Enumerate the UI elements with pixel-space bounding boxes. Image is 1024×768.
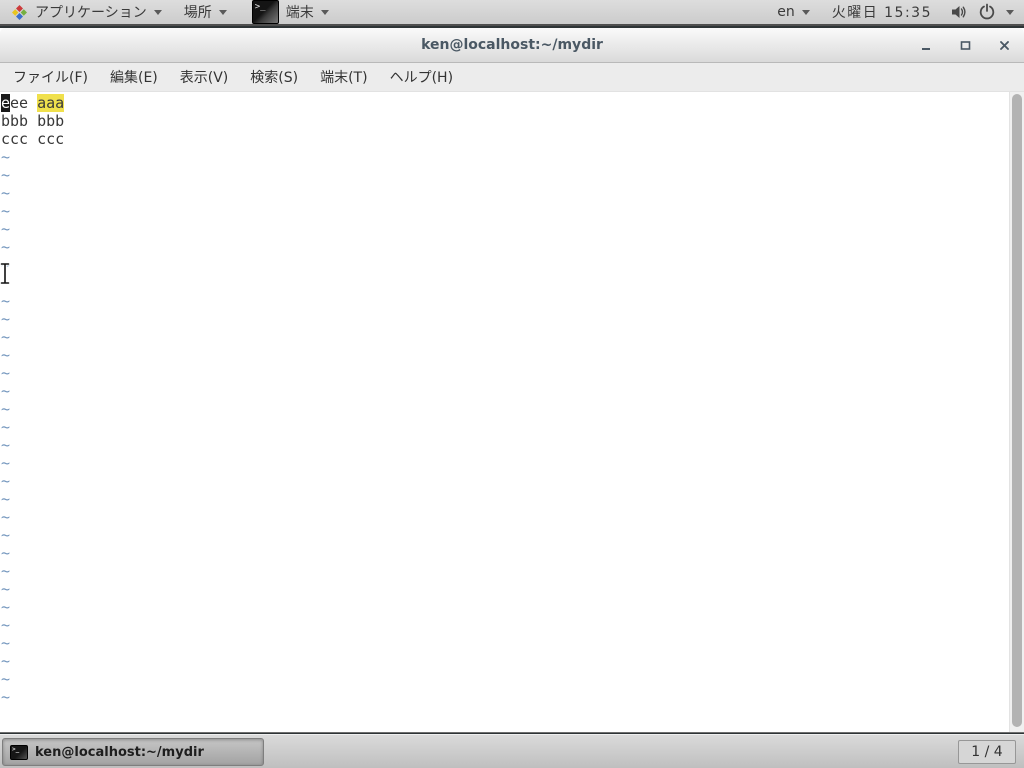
volume-icon[interactable] xyxy=(950,3,968,21)
menu-view[interactable]: 表示(V) xyxy=(169,63,240,91)
empty-line-marker: ~ xyxy=(1,454,11,472)
terminal-lines: eee aaa bbb bbb ccc ccc ~ ~ ~ ~ ~ ~ ~ ~ ~ ~ ~ ~ ~ ~ ~ ~ ~ ~ ~… xyxy=(1,94,1024,706)
empty-line-marker: ~ xyxy=(1,382,11,400)
chevron-down-icon xyxy=(320,9,329,15)
workspace-switcher[interactable]: 1 / 4 xyxy=(958,740,1016,764)
empty-line-marker: ~ xyxy=(1,436,11,454)
terminal-icon: >_ xyxy=(251,0,279,24)
empty-line-marker: ~ xyxy=(1,490,11,508)
search-highlight: aaa xyxy=(37,94,65,112)
close-button[interactable] xyxy=(998,39,1010,51)
menu-edit[interactable]: 編集(E) xyxy=(99,63,169,91)
keyboard-layout-label: en xyxy=(777,4,795,20)
places-label: 場所 xyxy=(183,5,212,21)
menu-file[interactable]: ファイル(F) xyxy=(2,63,99,91)
empty-line-marker: ~ xyxy=(1,418,11,436)
minimize-button[interactable] xyxy=(920,39,932,51)
terminal-text: bbb bbb xyxy=(1,112,65,130)
titlebar[interactable]: ken@localhost:~/mydir xyxy=(0,28,1024,63)
taskbar-window-button[interactable]: >_ ken@localhost:~/mydir xyxy=(2,738,264,766)
empty-line-marker: ~ xyxy=(1,472,11,490)
scrollbar[interactable] xyxy=(1009,92,1024,732)
empty-line-marker: ~ xyxy=(1,400,11,418)
terminal-line: bbb bbb xyxy=(1,112,1024,130)
applications-menu[interactable]: アプリケーション xyxy=(0,0,173,24)
empty-line-marker: ~ xyxy=(1,364,11,382)
terminal-menubar: ファイル(F) 編集(E) 表示(V) 検索(S) 端末(T) ヘルプ(H) xyxy=(0,63,1024,92)
terminal-line: ccc ccc xyxy=(1,130,1024,148)
empty-line-marker: ~ xyxy=(1,238,11,256)
empty-line-marker: ~ xyxy=(1,616,11,634)
close-icon xyxy=(999,40,1009,50)
terminal-text: ccc ccc xyxy=(1,130,65,148)
empty-line-marker: ~ xyxy=(1,670,11,688)
workspace-label: 1 / 4 xyxy=(971,744,1003,760)
empty-line-marker: ~ xyxy=(1,292,11,310)
empty-line-marker: ~ xyxy=(1,526,11,544)
empty-line-marker: ~ xyxy=(1,652,11,670)
places-menu[interactable]: 場所 xyxy=(173,0,238,24)
empty-line-marker: ~ xyxy=(1,166,11,184)
maximize-button[interactable] xyxy=(959,39,971,51)
applications-icon xyxy=(12,4,27,20)
power-icon[interactable] xyxy=(978,3,996,21)
empty-line-marker: ~ xyxy=(1,508,11,526)
vim-block-cursor: e xyxy=(1,94,11,112)
empty-line-marker: ~ xyxy=(1,310,11,328)
taskbar-window-label: ken@localhost:~/mydir xyxy=(35,744,204,760)
empty-line-marker: ~ xyxy=(1,256,11,274)
chevron-down-icon[interactable] xyxy=(1006,9,1014,15)
minimize-icon xyxy=(921,47,930,50)
empty-line-marker: ~ xyxy=(1,562,11,580)
scrollbar-thumb[interactable] xyxy=(1012,94,1022,727)
empty-line-marker: ~ xyxy=(1,328,11,346)
empty-line-marker: ~ xyxy=(1,148,11,166)
window-controls xyxy=(920,28,1010,62)
vim-command: :s/aaa/eee/ xyxy=(1,730,100,732)
keyboard-layout-menu[interactable]: en xyxy=(773,4,814,20)
menu-help[interactable]: ヘルプ(H) xyxy=(379,63,464,91)
maximize-icon xyxy=(960,40,970,50)
window-title: ken@localhost:~/mydir xyxy=(421,37,603,53)
app-menu-label: 端末 xyxy=(285,5,314,21)
chevron-down-icon xyxy=(153,9,162,15)
terminal-window: ken@localhost:~/mydir ファイル(F) 編集(E) 表示(V… xyxy=(0,28,1024,733)
empty-line-marker: ~ xyxy=(1,544,11,562)
empty-line-marker: ~ xyxy=(1,202,11,220)
clock[interactable]: 火曜日 15:35 xyxy=(824,2,940,22)
empty-line-marker: ~ xyxy=(1,598,11,616)
terminal-line: eee aaa xyxy=(1,94,1024,112)
empty-line-marker: ~ xyxy=(1,184,11,202)
empty-line-marker: ~ xyxy=(1,580,11,598)
applications-label: アプリケーション xyxy=(35,5,147,21)
chevron-down-icon xyxy=(218,9,227,15)
terminal-text: ee xyxy=(10,94,38,112)
chevron-down-icon xyxy=(801,9,810,15)
empty-line-marker: ~ xyxy=(1,274,11,292)
empty-line-marker: ~ xyxy=(1,220,11,238)
terminal-icon: >_ xyxy=(10,744,28,760)
empty-line-marker: ~ xyxy=(1,634,11,652)
empty-line-marker: ~ xyxy=(1,688,11,706)
empty-line-marker: ~ xyxy=(1,346,11,364)
terminal-content[interactable]: eee aaa bbb bbb ccc ccc ~ ~ ~ ~ ~ ~ ~ ~ ~ ~ ~ ~ ~ ~ ~ ~ ~ ~ ~… xyxy=(0,92,1024,732)
menu-search[interactable]: 検索(S) xyxy=(239,63,309,91)
vim-statusline: :s/aaa/eee/ 1,1 全て xyxy=(1,712,1006,732)
bottom-taskbar: >_ ken@localhost:~/mydir 1 / 4 xyxy=(0,734,1024,768)
app-menu-terminal[interactable]: >_ 端末 xyxy=(238,0,340,24)
top-panel: アプリケーション 場所 >_ 端末 en 火曜日 15:35 xyxy=(0,0,1024,26)
panel-status-area: en 火曜日 15:35 xyxy=(773,2,1024,22)
menu-terminal[interactable]: 端末(T) xyxy=(309,63,378,91)
